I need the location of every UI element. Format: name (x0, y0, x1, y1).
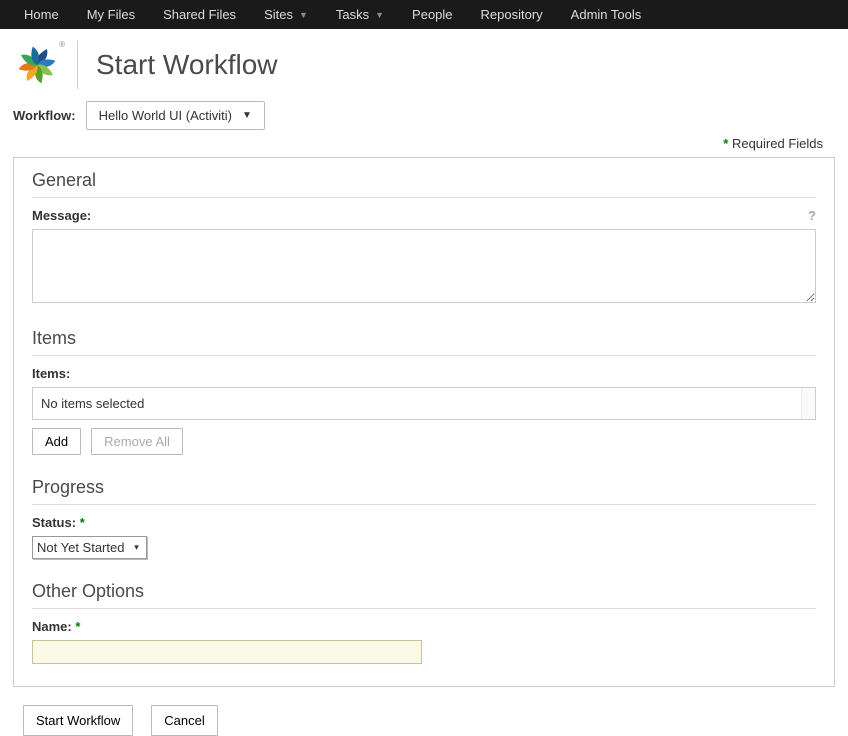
nav-admin-tools[interactable]: Admin Tools (557, 0, 656, 29)
divider (32, 608, 816, 609)
status-field-label: Status: * (32, 515, 816, 530)
top-nav: Home My Files Shared Files Sites ▼ Tasks ▼… (0, 0, 848, 29)
workflow-selected-value: Hello World UI (Activiti) (99, 108, 232, 123)
workflow-form: General Message: ? Items Items: No items… (13, 157, 835, 687)
divider (32, 355, 816, 356)
remove-all-button[interactable]: Remove All (91, 428, 183, 455)
help-icon[interactable]: ? (808, 208, 816, 223)
message-textarea[interactable] (32, 229, 816, 303)
nav-tasks[interactable]: Tasks ▼ (322, 0, 398, 29)
nav-label: People (412, 7, 452, 22)
status-selected-value: Not Yet Started (37, 540, 124, 555)
page-header: ® Start Workflow (0, 29, 848, 101)
nav-shared-files[interactable]: Shared Files (149, 0, 250, 29)
required-star-icon: * (723, 136, 728, 151)
name-input[interactable] (32, 640, 422, 664)
nav-repository[interactable]: Repository (467, 0, 557, 29)
items-listbox: No items selected (32, 387, 816, 420)
page-title: Start Workflow (96, 49, 278, 81)
form-actions: Start Workflow Cancel (0, 687, 848, 736)
name-label-text: Name: (32, 619, 72, 634)
name-field-label: Name: * (32, 619, 816, 634)
section-items-title: Items (32, 328, 816, 355)
workflow-row: Workflow: Hello World UI (Activiti) ▼ (0, 101, 848, 136)
items-field-label: Items: (32, 366, 816, 381)
nav-people[interactable]: People (398, 0, 466, 29)
chevron-down-icon: ▼ (299, 10, 308, 20)
nav-label: Home (24, 7, 59, 22)
nav-label: Tasks (336, 7, 369, 22)
required-star-icon: * (75, 619, 80, 634)
nav-label: Admin Tools (571, 7, 642, 22)
divider (32, 504, 816, 505)
nav-my-files[interactable]: My Files (73, 0, 149, 29)
chevron-down-icon: ▼ (375, 10, 384, 20)
items-side-gutter (801, 388, 815, 419)
start-workflow-button[interactable]: Start Workflow (23, 705, 133, 736)
flower-logo-icon (15, 43, 59, 87)
caret-down-icon: ▼ (242, 110, 252, 121)
section-general-title: General (32, 170, 816, 197)
select-arrow-icon: ▾ (130, 542, 142, 554)
items-button-row: Add Remove All (32, 428, 816, 455)
required-fields-text: Required Fields (732, 136, 823, 151)
required-fields-note: * Required Fields (0, 136, 848, 157)
nav-home[interactable]: Home (10, 0, 73, 29)
divider (32, 197, 816, 198)
required-star-icon: * (80, 515, 85, 530)
items-label-text: Items: (32, 366, 70, 381)
nav-label: Sites (264, 7, 293, 22)
items-empty-text: No items selected (33, 388, 801, 419)
section-other-title: Other Options (32, 581, 816, 608)
nav-sites[interactable]: Sites ▼ (250, 0, 322, 29)
workflow-label: Workflow: (13, 108, 76, 123)
nav-label: Repository (481, 7, 543, 22)
section-progress-title: Progress (32, 477, 816, 504)
registered-mark: ® (59, 40, 65, 49)
status-select[interactable]: Not Yet Started ▾ (32, 536, 147, 559)
message-label-text: Message: (32, 208, 91, 223)
nav-label: My Files (87, 7, 135, 22)
nav-label: Shared Files (163, 7, 236, 22)
workflow-select[interactable]: Hello World UI (Activiti) ▼ (86, 101, 265, 130)
status-label-text: Status: (32, 515, 76, 530)
message-field-label: Message: ? (32, 208, 816, 223)
logo: ® (15, 43, 59, 87)
add-button[interactable]: Add (32, 428, 81, 455)
cancel-button[interactable]: Cancel (151, 705, 217, 736)
divider (77, 41, 78, 89)
